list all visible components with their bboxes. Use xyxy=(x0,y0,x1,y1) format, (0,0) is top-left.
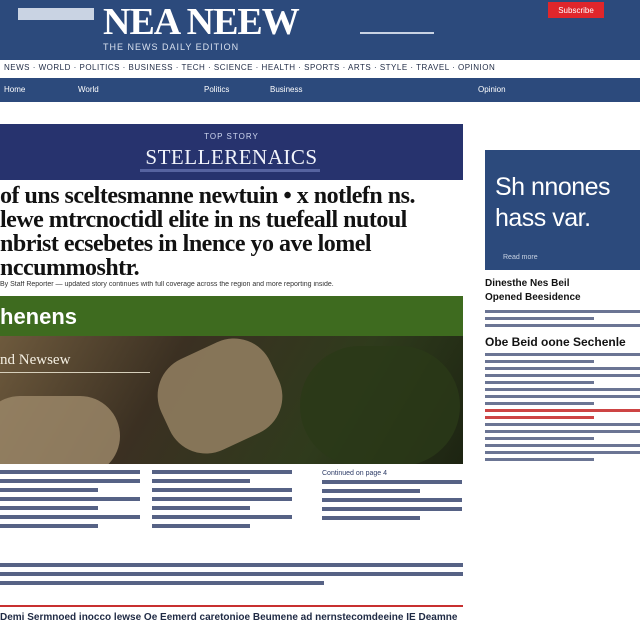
text-line xyxy=(152,488,292,492)
text-line xyxy=(485,451,640,454)
sidebar-item-title[interactable]: Obe Beid oone Sechenle xyxy=(485,335,640,349)
dateline-bar: NEWS · WORLD · POLITICS · BUSINESS · TEC… xyxy=(4,63,496,72)
photo-overlay-title: nd Newsew xyxy=(0,352,71,368)
text-line xyxy=(485,310,640,313)
lead-photo[interactable]: henens nd Newsew xyxy=(0,296,463,464)
text-line xyxy=(0,470,140,474)
text-line xyxy=(485,402,594,405)
bottom-divider xyxy=(0,605,463,607)
main-nav: Home World Politics Business Opinion xyxy=(0,78,640,102)
photo-shape xyxy=(0,396,120,464)
text-line xyxy=(485,367,640,370)
section-kicker: TOP STORY xyxy=(204,132,259,141)
lead-standfirst: By Staff Reporter — updated story contin… xyxy=(0,281,334,288)
nav-item-business[interactable]: Business xyxy=(270,84,302,96)
text-line xyxy=(485,409,640,412)
masthead-tagline: THE NEWS DAILY EDITION xyxy=(103,42,240,52)
text-line xyxy=(0,479,140,483)
article-column xyxy=(152,470,292,550)
text-line xyxy=(0,581,325,585)
text-line xyxy=(485,388,640,391)
text-line xyxy=(0,563,463,567)
masthead-mini-strip xyxy=(18,8,94,20)
sidebar-feature-title: Sh nnones hass var. xyxy=(495,173,611,232)
lead-headline[interactable]: of uns sceltesmanne newtuin • x notlefn … xyxy=(0,184,460,280)
text-line xyxy=(485,360,594,363)
text-line xyxy=(485,353,640,356)
text-line xyxy=(152,515,292,519)
nav-item-home[interactable]: Home xyxy=(4,84,25,96)
text-line xyxy=(322,489,420,493)
text-line xyxy=(152,497,292,501)
text-line xyxy=(485,423,640,426)
text-line xyxy=(485,374,640,377)
text-line xyxy=(485,317,594,320)
nav-item-politics[interactable]: Politics xyxy=(204,84,229,96)
sidebar-item-title[interactable]: Opened Beesidence xyxy=(485,292,640,306)
sidebar-list: Dinesthe Nes Beil Opened Beesidence Obe … xyxy=(485,278,640,465)
text-line xyxy=(0,524,98,528)
text-line xyxy=(322,507,462,511)
nav-item-world[interactable]: World xyxy=(78,84,99,96)
photo-overlay-line xyxy=(0,372,150,373)
text-line xyxy=(485,444,640,447)
text-line xyxy=(152,479,250,483)
text-line xyxy=(485,395,640,398)
section-divider xyxy=(140,169,320,172)
masthead: NEA NEEW THE NEWS DAILY EDITION Subscrib… xyxy=(0,0,640,60)
section-banner: TOP STORY STELLERENAICS xyxy=(0,124,463,180)
text-line xyxy=(322,480,462,484)
section-name[interactable]: STELLERENAICS xyxy=(0,145,463,170)
text-line xyxy=(485,458,594,461)
sidebar-item-title[interactable]: Dinesthe Nes Beil xyxy=(485,278,640,292)
text-line xyxy=(485,324,640,327)
text-line xyxy=(485,437,594,440)
text-line xyxy=(322,498,462,502)
text-line xyxy=(152,470,292,474)
lower-text-block xyxy=(0,563,463,590)
article-columns: Continued on page 4 xyxy=(0,470,463,550)
text-line xyxy=(0,572,463,576)
text-line xyxy=(152,506,250,510)
article-column xyxy=(0,470,140,550)
sidebar-feature[interactable]: Sh nnones hass var. Read more xyxy=(485,150,640,270)
photo-shape xyxy=(300,346,460,464)
text-line xyxy=(0,497,140,501)
text-line xyxy=(322,516,420,520)
sidebar-feature-footer[interactable]: Read more xyxy=(503,254,538,261)
text-line xyxy=(485,416,594,419)
nav-item-opinion[interactable]: Opinion xyxy=(478,84,506,96)
text-line xyxy=(485,381,594,384)
text-line xyxy=(0,506,98,510)
column-kicker[interactable]: Continued on page 4 xyxy=(322,470,462,480)
text-line xyxy=(0,515,140,519)
subscribe-button[interactable]: Subscribe xyxy=(548,2,604,18)
bottom-headline[interactable]: Demi Sermnoed inocco lewse Oe Eemerd car… xyxy=(0,612,640,623)
site-logo[interactable]: NEA NEEW xyxy=(103,2,300,42)
text-line xyxy=(485,430,640,433)
masthead-link[interactable] xyxy=(360,20,434,34)
text-line xyxy=(0,488,98,492)
article-column: Continued on page 4 xyxy=(322,470,462,550)
text-line xyxy=(152,524,250,528)
photo-banner-title: henens xyxy=(0,304,78,329)
